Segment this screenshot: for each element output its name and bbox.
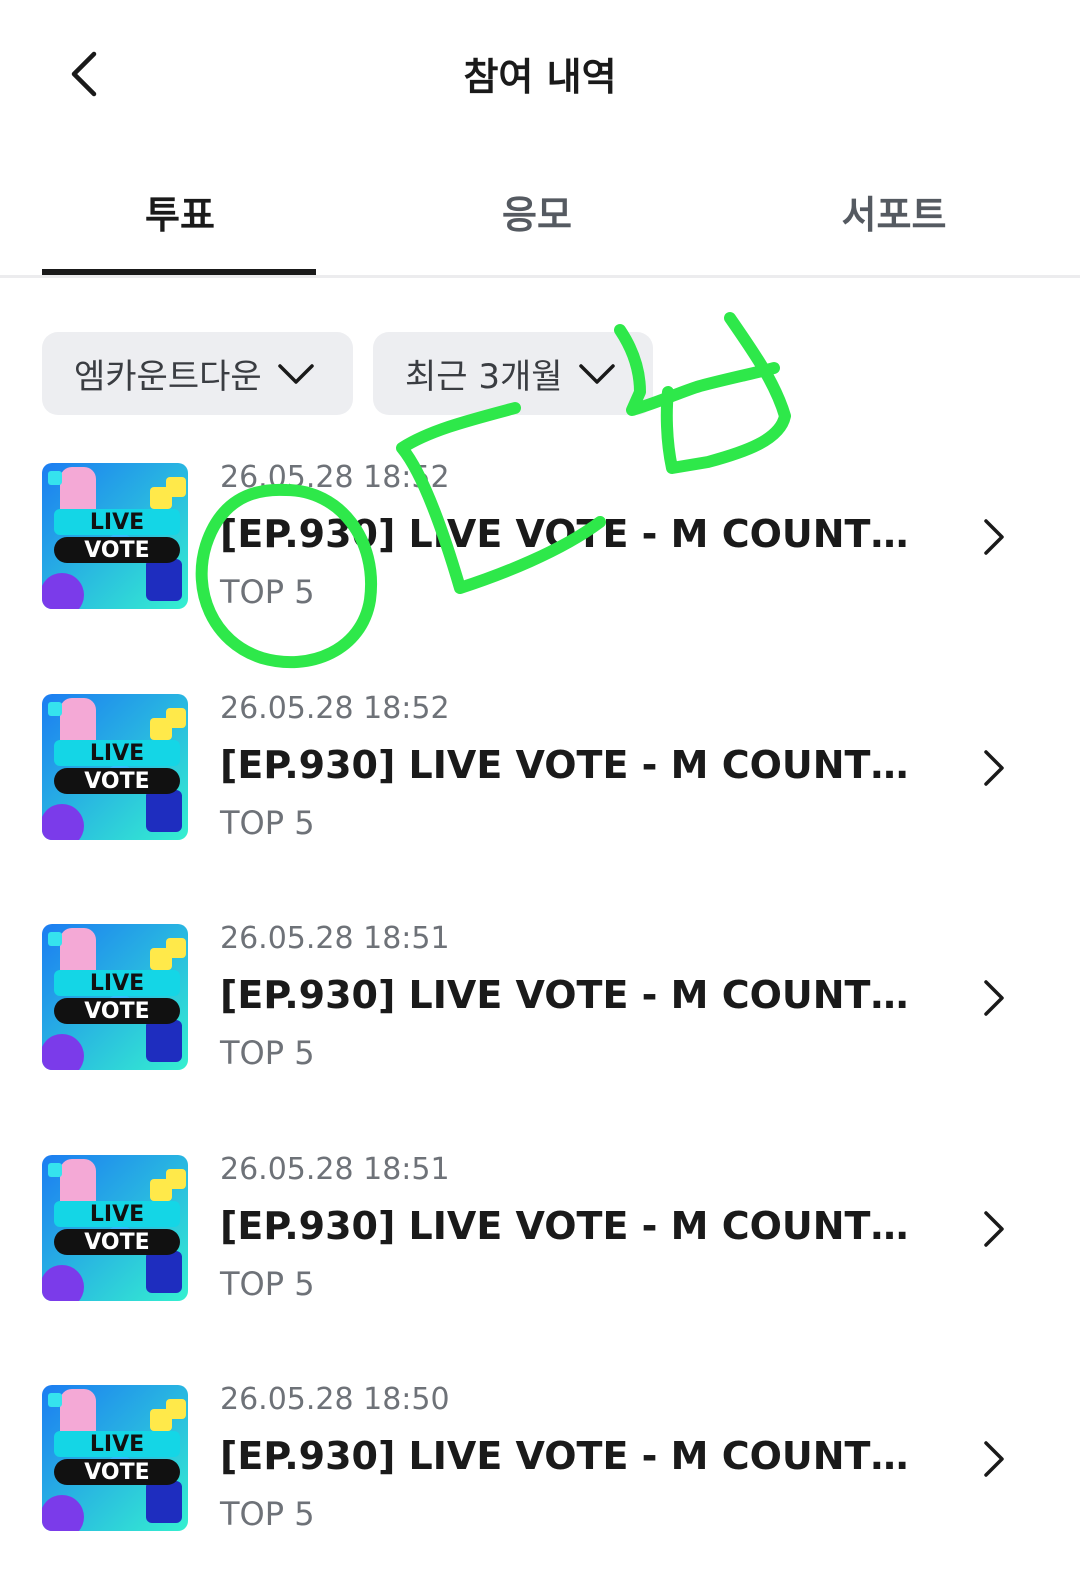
item-title: [EP.930] LIVE VOTE - M COUNTDOWN bbox=[220, 1434, 920, 1478]
item-title: [EP.930] LIVE VOTE - M COUNTDOWN bbox=[220, 1203, 920, 1248]
thumbnail-live-text: LIVE bbox=[90, 1432, 144, 1457]
thumbnail-vote-text: VOTE bbox=[84, 1230, 149, 1255]
item-subtitle: TOP 5 bbox=[220, 1495, 315, 1533]
vote-history-item[interactable]: LIVE VOTE 26.05.28 18:52 [EP.930] LIVE V… bbox=[0, 690, 1080, 884]
item-date: 26.05.28 18:52 bbox=[220, 460, 450, 495]
chevron-right-icon bbox=[984, 980, 1004, 1016]
vote-history-item[interactable]: LIVE VOTE 26.05.28 18:51 [EP.930] LIVE V… bbox=[0, 924, 1080, 1114]
live-vote-thumbnail: LIVE VOTE bbox=[42, 693, 188, 840]
item-date: 26.05.28 18:51 bbox=[220, 921, 450, 956]
period-filter-dropdown[interactable]: 최근 3개월 bbox=[373, 332, 653, 415]
period-filter-label: 최근 3개월 bbox=[405, 357, 563, 397]
item-subtitle: TOP 5 bbox=[220, 1034, 315, 1072]
tab-entry[interactable]: 응모 bbox=[397, 184, 677, 239]
chevron-right-icon bbox=[984, 519, 1004, 555]
item-date: 26.05.28 18:52 bbox=[220, 690, 450, 726]
thumbnail-live-text: LIVE bbox=[90, 971, 144, 996]
chevron-right-icon bbox=[984, 1210, 1004, 1247]
page-title: 참여 내역 bbox=[463, 55, 617, 99]
header-bar: 참여 내역 bbox=[0, 0, 1080, 140]
tab-vote[interactable]: 투표 bbox=[40, 184, 320, 239]
chevron-down-icon bbox=[578, 363, 615, 384]
thumbnail-live-text: LIVE bbox=[90, 510, 144, 535]
vote-history-item[interactable]: LIVE VOTE 26.05.28 18:52 [EP.930] LIVE V… bbox=[0, 463, 1080, 653]
live-vote-thumbnail: LIVE VOTE bbox=[42, 463, 188, 609]
thumbnail-vote-text: VOTE bbox=[84, 538, 149, 563]
thumbnail-live-text: LIVE bbox=[90, 1202, 144, 1227]
chevron-right-icon bbox=[984, 749, 1004, 786]
program-filter-label: 엠카운트다운 bbox=[74, 357, 262, 397]
item-subtitle: TOP 5 bbox=[220, 803, 315, 842]
item-title: [EP.930] LIVE VOTE - M COUNTDOWN bbox=[220, 742, 920, 787]
program-filter-dropdown[interactable]: 엠카운트다운 bbox=[42, 332, 353, 415]
tab-support[interactable]: 서포트 bbox=[754, 184, 1034, 239]
thumbnail-vote-text: VOTE bbox=[84, 1460, 149, 1485]
chevron-right-icon bbox=[984, 1441, 1004, 1477]
item-title: [EP.930] LIVE VOTE - M COUNTDOWN bbox=[220, 973, 920, 1017]
vote-history-item[interactable]: LIVE VOTE 26.05.28 18:51 [EP.930] LIVE V… bbox=[0, 1151, 1080, 1345]
vote-history-item[interactable]: LIVE VOTE 26.05.28 18:50 [EP.930] LIVE V… bbox=[0, 1385, 1080, 1575]
item-subtitle: TOP 5 bbox=[220, 573, 315, 611]
item-subtitle: TOP 5 bbox=[220, 1264, 315, 1303]
item-title: [EP.930] LIVE VOTE - M COUNTDOWN bbox=[220, 512, 920, 556]
chevron-down-icon bbox=[277, 363, 314, 384]
live-vote-thumbnail: LIVE VOTE bbox=[42, 1154, 188, 1301]
active-tab-indicator bbox=[42, 269, 316, 275]
thumbnail-vote-text: VOTE bbox=[84, 999, 149, 1024]
item-date: 26.05.28 18:51 bbox=[220, 1151, 450, 1187]
thumbnail-vote-text: VOTE bbox=[84, 769, 149, 794]
live-vote-thumbnail: LIVE VOTE bbox=[42, 1385, 188, 1531]
item-date: 26.05.28 18:50 bbox=[220, 1382, 450, 1417]
thumbnail-live-text: LIVE bbox=[90, 741, 144, 766]
tab-bar: 투표 응모 서포트 bbox=[0, 160, 1080, 278]
live-vote-thumbnail: LIVE VOTE bbox=[42, 924, 188, 1070]
